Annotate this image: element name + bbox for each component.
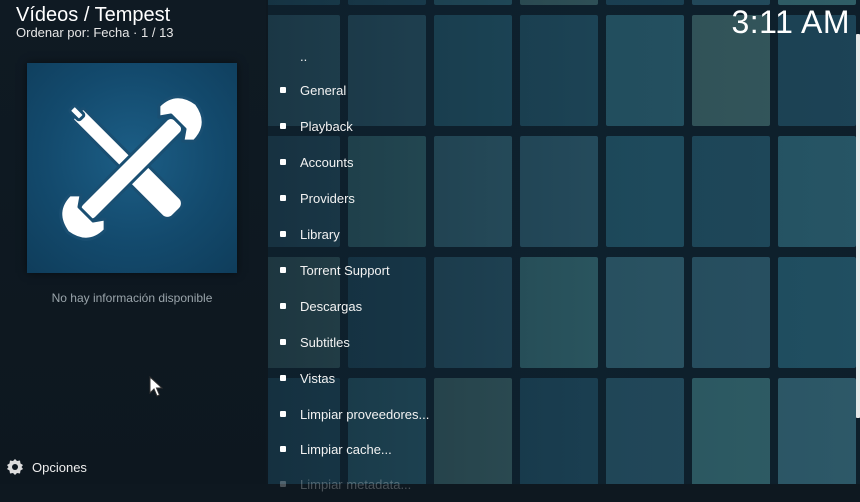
list-item[interactable]: Descargas — [268, 288, 362, 324]
bullet-icon — [280, 339, 286, 345]
list-item[interactable]: General — [268, 72, 346, 108]
bullet-icon — [280, 123, 286, 129]
list-item-label: Torrent Support — [300, 262, 390, 278]
list-item-label: Providers — [300, 190, 355, 206]
bullet-icon — [280, 195, 286, 201]
list-item[interactable]: Vistas — [268, 360, 335, 396]
bullet-icon — [280, 159, 286, 165]
list-item[interactable]: Torrent Support — [268, 252, 390, 288]
list-item[interactable]: Accounts — [268, 144, 353, 180]
page-title: Vídeos / Tempest — [16, 4, 171, 26]
list-item-label: Playback — [300, 118, 353, 134]
list-item-label: Limpiar metadata... — [300, 476, 412, 492]
bullet-icon — [280, 446, 286, 452]
list-item[interactable]: Limpiar cache... — [268, 431, 392, 467]
list-item-label: Limpiar proveedores... — [300, 406, 430, 422]
list-item-label: Vistas — [300, 370, 336, 386]
bullet-icon — [280, 267, 286, 273]
info-panel: Vídeos / Tempest Ordenar por: Fecha · 1 … — [0, 0, 266, 484]
options-button[interactable]: Opciones — [6, 458, 87, 476]
clock: 3:11 AM — [731, 4, 850, 40]
list-item-label: Limpiar cache... — [300, 441, 392, 457]
list-item-label: General — [300, 82, 347, 98]
scrollbar[interactable] — [856, 34, 860, 418]
mouse-cursor-icon — [149, 376, 164, 397]
parent-folder-label: .. — [300, 48, 308, 64]
list-item[interactable]: Providers — [268, 180, 355, 216]
list-item[interactable]: Subtitles — [268, 324, 350, 360]
addon-poster — [27, 63, 237, 273]
list-item-label: Subtitles — [300, 334, 350, 350]
sort-and-position: Ordenar por: Fecha · 1 / 13 — [16, 25, 174, 40]
bullet-icon — [280, 375, 286, 381]
list-item-label: Descargas — [300, 298, 363, 314]
list-item[interactable]: Playback — [268, 108, 353, 144]
list-item-label: Accounts — [300, 154, 354, 170]
options-label: Opciones — [32, 459, 87, 475]
list-item[interactable]: Library — [268, 216, 340, 252]
bullet-icon — [280, 87, 286, 93]
list-item-parent[interactable]: .. — [268, 38, 307, 74]
wrench-screwdriver-icon — [59, 95, 205, 241]
bullet-icon — [280, 303, 286, 309]
list-item[interactable]: Limpiar proveedores... — [268, 396, 429, 432]
gear-icon — [7, 459, 23, 475]
list-item[interactable]: Limpiar metadata... — [268, 466, 411, 502]
bullet-icon — [280, 411, 286, 417]
bullet-icon — [280, 231, 286, 237]
list-item-label: Library — [300, 226, 340, 242]
bullet-icon — [280, 481, 286, 487]
no-info-text: No hay información disponible — [51, 291, 213, 305]
